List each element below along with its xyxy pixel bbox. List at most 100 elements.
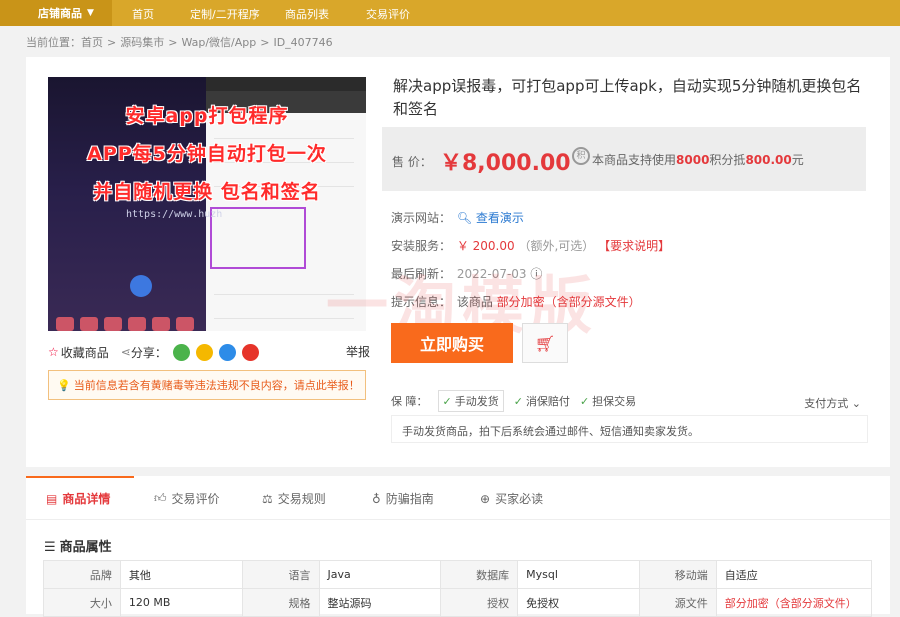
table-row: 品牌 其他 语言 Java 数据库 Mysql 移动端 自适应: [44, 561, 873, 589]
report-warning[interactable]: 💡 当前信息若含有黄赌毒等违法违规不良内容，请点此举报！: [48, 370, 366, 400]
attr-value: 部分加密（含部分源文件）: [716, 589, 873, 617]
points-amount: 8000: [676, 153, 710, 167]
attributes-title: 商品属性: [59, 540, 112, 555]
tab-buyer-notice-label: 买家必读: [495, 492, 544, 506]
attr-key: 源文件: [639, 589, 717, 617]
points-text: 本商品支持使用8000积分抵800.00元: [592, 151, 804, 168]
bulb-icon: ♁: [372, 491, 381, 506]
tab-anti-fraud[interactable]: ♁ 防骗指南: [372, 490, 434, 507]
overlay-line-3: 并自随机更换 包名和签名: [93, 181, 321, 203]
breadcrumb-category[interactable]: Wap/微信/App: [181, 36, 256, 49]
tab-anti-fraud-label: 防骗指南: [385, 492, 434, 506]
attr-key: 规格: [242, 589, 320, 617]
favorite-link[interactable]: 收藏商品: [61, 344, 109, 361]
tip-encryption: 部分加密（含部分源文件）: [496, 295, 641, 309]
attr-value: 整站源码: [319, 589, 442, 617]
screenshot-list-row: [214, 273, 354, 295]
attr-value: Mysql: [518, 561, 640, 589]
top-nav: 店铺商品 ▼ 首页 定制/二开程序 商品列表 交易评价: [0, 0, 900, 26]
breadcrumb-sep: >: [260, 36, 270, 49]
guarantee-row: 保 障： ✓ 手动发货 ✓ 消保赔付 ✓ 担保交易 支付方式 ⌄: [391, 390, 867, 412]
points-prefix: 本商品支持使用: [592, 153, 677, 167]
nav-custom[interactable]: 定制/二开程序: [190, 6, 260, 22]
nav-reviews[interactable]: 交易评价: [366, 6, 410, 22]
check-icon: ✓: [579, 394, 590, 408]
overlay-url: https://www.huzh: [126, 209, 223, 220]
attributes-heading: ☰ 商品属性: [44, 536, 112, 555]
points-mid: 积分抵: [709, 153, 746, 167]
breadcrumb-sep: >: [168, 36, 178, 49]
screenshot-dock: [56, 317, 196, 331]
attr-key: 品牌: [44, 561, 121, 589]
points-suffix: 元: [791, 153, 804, 167]
install-price: ￥ 200.00: [456, 239, 515, 253]
active-tab-indicator: [26, 476, 134, 478]
tab-reviews[interactable]: 👍︎ 交易评价: [154, 490, 220, 507]
demo-row: 演示网站： 🔍︎ 查看演示: [391, 209, 524, 226]
guarantee-insurance: ✓ 消保赔付: [514, 393, 570, 409]
price-value: ￥8,000.00: [440, 151, 571, 176]
product-screenshot[interactable]: 安卓app打包程序 APP每5分钟自动打包一次 并自随机更换 包名和签名 htt…: [48, 77, 366, 331]
product-panel: 安卓app打包程序 APP每5分钟自动打包一次 并自随机更换 包名和签名 htt…: [26, 57, 890, 467]
attr-value: Java: [319, 561, 442, 589]
payment-methods-label: 支付方式: [804, 397, 849, 410]
cart-button[interactable]: 🛒︎: [522, 323, 568, 363]
nav-products[interactable]: 商品列表: [285, 6, 329, 22]
scale-icon: ⚖︎: [262, 491, 273, 506]
tab-rules[interactable]: ⚖︎ 交易规则: [262, 490, 326, 507]
buy-now-button[interactable]: 立即购买: [391, 323, 513, 363]
share-icon: ⋖: [120, 345, 131, 359]
payment-methods-dropdown[interactable]: 支付方式 ⌄: [804, 395, 861, 411]
tab-buyer-notice[interactable]: ⊕ 买家必读: [480, 490, 543, 507]
cart-icon: 🛒︎: [534, 333, 556, 353]
share-label: 分享：: [130, 345, 167, 360]
qzone-icon[interactable]: [195, 343, 213, 361]
guarantee-escrow: ✓ 担保交易: [580, 393, 636, 409]
check-icon: ✓: [513, 394, 523, 408]
qq-icon[interactable]: [218, 343, 236, 361]
guarantee-manual-label: 手动发货: [454, 395, 499, 408]
guarantee-insurance-label: 消保赔付: [525, 395, 570, 408]
document-icon: ▤: [46, 491, 58, 506]
attributes-table: 品牌 其他 语言 Java 数据库 Mysql 移动端 自适应 大小 120 M…: [43, 560, 873, 617]
demo-link[interactable]: 查看演示: [476, 211, 524, 225]
attr-value: 自适应: [716, 561, 873, 589]
warning-text: 当前信息若含有黄赌毒等违法违规不良内容，请点此举报！: [73, 379, 360, 392]
attr-key: 移动端: [639, 561, 717, 589]
attr-key: 数据库: [441, 561, 519, 589]
attributes-section: ☰ 商品属性 品牌 其他 语言 Java 数据库 Mysql 移动端 自适应 大小…: [26, 520, 890, 617]
attr-value: 免授权: [518, 589, 640, 617]
guarantee-note: 手动发货商品，拍下后系统会通过邮件、短信通知卖家发货。: [391, 415, 868, 443]
search-icon: 🔍︎: [456, 211, 473, 225]
nav-home[interactable]: 首页: [132, 6, 154, 22]
overlay-line-1: 安卓app打包程序: [125, 105, 289, 127]
product-title: 解决app误报毒，可打包app可上传apk，自动实现5分钟随机更换包名和签名: [393, 77, 862, 118]
refresh-label: 最后刷新：: [391, 267, 452, 281]
screenshot-highlight-box: [210, 207, 306, 269]
attr-key: 授权: [441, 589, 519, 617]
tab-details[interactable]: ▤ 商品详情: [46, 490, 110, 507]
report-link[interactable]: 举报: [346, 343, 370, 360]
breadcrumb-home[interactable]: 首页: [81, 36, 103, 49]
attr-value: 其他: [120, 561, 243, 589]
attr-value: 120 MB: [120, 589, 243, 617]
wechat-icon[interactable]: [172, 343, 190, 361]
compass-icon: ⊕: [480, 491, 491, 506]
breadcrumb: 当前位置：首页 > 源码集市 > Wap/微信/App > ID_407746: [26, 34, 333, 50]
tip-label: 提示信息：: [391, 295, 452, 309]
breadcrumb-id: ID_407746: [273, 36, 333, 49]
weibo-icon[interactable]: [241, 343, 259, 361]
install-label: 安装服务：: [391, 239, 452, 253]
guarantee-label: 保 障：: [391, 395, 428, 408]
check-icon: ✓: [442, 394, 452, 408]
points-value: 800.00: [745, 153, 792, 167]
table-row: 大小 120 MB 规格 整站源码 授权 免授权 源文件 部分加密（含部分源文件…: [44, 589, 873, 617]
demo-label: 演示网站：: [391, 211, 452, 225]
info-icon[interactable]: ⓘ: [530, 267, 542, 281]
category-menu-button[interactable]: 店铺商品 ▼: [0, 0, 112, 26]
install-requirements-link[interactable]: 【要求说明】: [598, 239, 670, 253]
breadcrumb-market[interactable]: 源码集市: [120, 36, 164, 49]
tab-details-label: 商品详情: [62, 492, 111, 506]
attr-key: 语言: [242, 561, 320, 589]
thumbs-up-icon: 👍︎: [154, 491, 167, 505]
